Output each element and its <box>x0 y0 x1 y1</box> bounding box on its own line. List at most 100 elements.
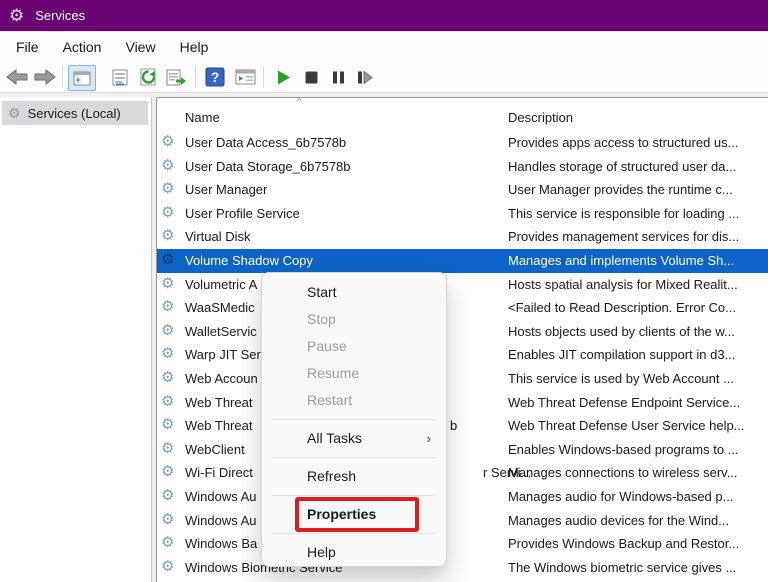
show-action-pane-button[interactable] <box>232 65 258 89</box>
show-console-tree-icon <box>73 71 91 86</box>
service-description: Handles storage of structured user da... <box>508 159 736 174</box>
service-description: Enables Windows-based programs to ... <box>508 442 739 457</box>
service-description: Hosts objects used by clients of the w..… <box>508 324 735 339</box>
service-row[interactable]: ⚙WalletServicHosts objects used by clien… <box>157 320 768 344</box>
context-menu-item-help[interactable]: Help <box>262 539 446 566</box>
column-header-name[interactable]: Name <box>185 110 220 125</box>
service-row[interactable]: ⚙User Data Storage_6b7578bHandles storag… <box>157 155 768 179</box>
service-row[interactable]: ⚙Virtual DiskProvides management service… <box>157 225 768 249</box>
service-description: Manages and implements Volume Sh... <box>508 253 734 268</box>
service-gear-icon: ⚙ <box>161 134 174 149</box>
toolbar-separator <box>195 66 196 88</box>
service-row[interactable]: ⚙WaaSMedic<Failed to Read Description. E… <box>157 296 768 320</box>
toolbar-separator <box>263 66 264 88</box>
menu-bar: FileActionViewHelp <box>0 31 768 61</box>
service-gear-icon: ⚙ <box>161 370 174 385</box>
service-row[interactable]: ⚙User Data Access_6b7578bProvides apps a… <box>157 131 768 155</box>
service-name: Web Accoun <box>185 371 258 386</box>
column-header-description[interactable]: Description <box>508 110 573 125</box>
context-menu-item-stop: Stop <box>262 306 446 333</box>
context-menu-item-label: Start <box>307 284 337 300</box>
service-gear-icon: ⚙ <box>161 441 174 456</box>
service-name: User Profile Service <box>185 206 300 221</box>
context-menu-item-all-tasks[interactable]: All Tasks › <box>262 425 446 452</box>
service-description: Provides apps access to structured us... <box>508 135 739 150</box>
service-row[interactable]: ⚙Windows Biometric ServiceThe Windows bi… <box>157 556 768 580</box>
context-menu-item-resume: Resume <box>262 360 446 387</box>
context-menu: StartStopPauseResumeRestartAll Tasks›Ref… <box>261 272 447 567</box>
help-button[interactable]: ? <box>203 65 227 89</box>
context-menu-item-refresh[interactable]: Refresh <box>262 463 446 490</box>
service-row[interactable]: ⚙Volume Shadow CopyManages and implement… <box>157 249 768 273</box>
service-description: Hosts spatial analysis for Mixed Realit.… <box>508 277 738 292</box>
service-gear-icon: ⚙ <box>161 181 174 196</box>
service-description: Manages audio devices for the Wind... <box>508 513 729 528</box>
restart-service-icon <box>357 71 373 84</box>
pause-service-button[interactable] <box>328 65 348 89</box>
service-name: Web Threat <box>185 395 252 410</box>
service-row[interactable]: ⚙Web ThreatWeb Threat Defense User Servi… <box>157 414 768 438</box>
service-row[interactable]: ⚙WebClientEnables Windows-based programs… <box>157 438 768 462</box>
properties-sheet-button[interactable] <box>108 65 132 89</box>
pause-service-icon <box>332 71 345 84</box>
services-gear-icon: ⚙ <box>8 106 21 120</box>
service-name: WalletServic <box>185 324 257 339</box>
sidebar-item-services-local[interactable]: ⚙ Services (Local) <box>2 101 148 125</box>
service-gear-icon: ⚙ <box>161 559 174 574</box>
forward-button[interactable] <box>33 65 56 89</box>
context-menu-item-label: Resume <box>307 365 359 381</box>
service-name: Volume Shadow Copy <box>185 253 313 268</box>
properties-sheet-icon <box>111 69 129 86</box>
refresh-button[interactable] <box>136 65 160 89</box>
service-row[interactable]: ⚙Volumetric AHosts spatial analysis for … <box>157 273 768 297</box>
service-name: Virtual Disk <box>185 229 251 244</box>
context-menu-item-label: All Tasks <box>307 430 362 446</box>
service-description: Manages connections to wireless serv... <box>508 465 738 480</box>
menu-help[interactable]: Help <box>168 39 221 55</box>
service-name: Windows Au <box>185 489 257 504</box>
stop-service-icon <box>305 71 318 84</box>
service-description: Web Threat Defense Endpoint Service... <box>508 395 740 410</box>
context-menu-item-pause: Pause <box>262 333 446 360</box>
service-gear-icon: ⚙ <box>161 158 174 173</box>
service-name: Windows Au <box>185 513 257 528</box>
context-menu-item-start[interactable]: Start <box>262 279 446 306</box>
service-row[interactable]: ⚙Web AccounThis service is used by Web A… <box>157 367 768 391</box>
submenu-arrow-icon: › <box>427 425 431 452</box>
menu-file[interactable]: File <box>4 39 51 55</box>
restart-service-button[interactable] <box>354 65 376 89</box>
service-row[interactable]: ⚙Windows BaProvides Windows Backup and R… <box>157 532 768 556</box>
service-row[interactable]: ⚙User Profile ServiceThis service is res… <box>157 202 768 226</box>
service-row[interactable]: ⚙Windows AuManages audio for Windows-bas… <box>157 485 768 509</box>
forward-icon <box>34 69 56 85</box>
list-header: ^ Name Description <box>157 98 768 131</box>
toolbar-separator <box>62 66 63 88</box>
service-description: <Failed to Read Description. Error Co... <box>508 300 736 315</box>
menu-separator <box>272 457 436 458</box>
service-description: This service is responsible for loading … <box>508 206 739 221</box>
service-row[interactable]: ⚙User ManagerUser Manager provides the r… <box>157 178 768 202</box>
service-name: Volumetric A <box>185 277 257 292</box>
service-name: Warp JIT Ser <box>185 347 261 362</box>
service-row[interactable]: ⚙Warp JIT SerEnables JIT compilation sup… <box>157 343 768 367</box>
show-console-tree-button[interactable] <box>68 65 96 91</box>
start-service-button[interactable] <box>274 65 294 89</box>
title-bar: ⚙ Services <box>0 0 768 31</box>
services-list: ^ Name Description ⚙User Data Access_6b7… <box>156 97 768 582</box>
service-gear-icon: ⚙ <box>161 299 174 314</box>
service-description: Enables JIT compilation support in d3... <box>508 347 735 362</box>
stop-service-button[interactable] <box>301 65 321 89</box>
back-icon <box>6 69 28 85</box>
service-gear-icon: ⚙ <box>161 417 174 432</box>
menu-view[interactable]: View <box>113 39 167 55</box>
back-button[interactable] <box>5 65 28 89</box>
service-row[interactable]: ⚙Wi-Fi DirectManages connections to wire… <box>157 461 768 485</box>
service-description: Provides management services for dis... <box>508 229 739 244</box>
export-list-button[interactable] <box>164 65 189 89</box>
service-row[interactable]: ⚙ Web Threat Web Threat Defense Endpoint S… <box>157 391 768 415</box>
service-name-tail: r Servi... <box>483 465 531 480</box>
menu-action[interactable]: Action <box>51 39 114 55</box>
service-row[interactable]: ⚙Windows AuManages audio devices for the… <box>157 509 768 533</box>
service-gear-icon: ⚙ <box>161 394 174 409</box>
context-menu-item-properties[interactable]: Properties <box>262 501 446 528</box>
